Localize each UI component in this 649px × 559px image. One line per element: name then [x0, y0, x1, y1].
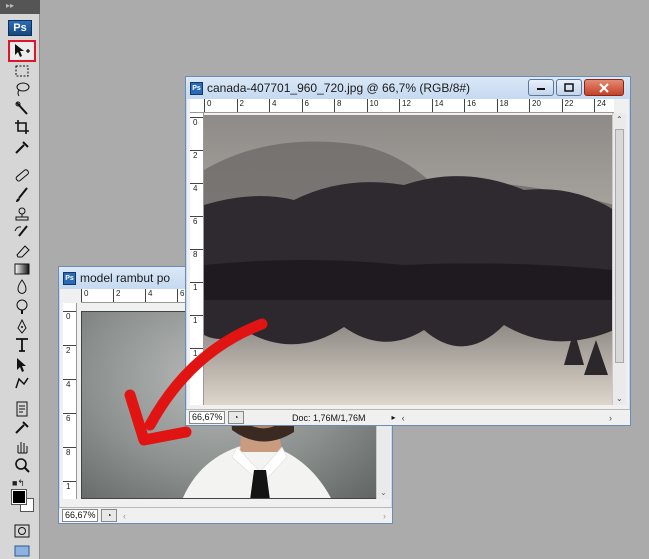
ruler-label: 2	[63, 345, 76, 356]
minimize-button[interactable]	[528, 79, 554, 96]
ruler-label: 24	[594, 99, 606, 112]
ruler-label: 4	[63, 379, 76, 390]
shape-icon[interactable]	[10, 374, 34, 392]
canada-image-canvas[interactable]	[204, 115, 614, 405]
ruler-label: 1	[190, 282, 203, 293]
status-info-icon[interactable]: ◔	[101, 509, 117, 522]
ruler-label: 1	[190, 315, 203, 326]
canada-zoom-field[interactable]: 66,67%	[189, 411, 225, 424]
default-colors-icon[interactable]: ■↰	[12, 478, 25, 489]
marquee-icon[interactable]	[10, 62, 34, 80]
ruler-label: 18	[496, 99, 508, 112]
scroll-up-icon[interactable]: ⌃	[616, 115, 623, 124]
panel-grip[interactable]: ▸▸	[0, 0, 40, 14]
eyedropper2-icon[interactable]	[10, 418, 34, 436]
maximize-button[interactable]	[556, 79, 582, 96]
ruler-label: 8	[190, 249, 203, 260]
canada-vertical-ruler[interactable]: 0 2 4 6 8 1 1 1	[190, 113, 204, 405]
pen-icon[interactable]	[10, 318, 34, 336]
hand-icon[interactable]	[10, 438, 34, 456]
ruler-label: 4	[145, 289, 152, 302]
ruler-label: 8	[63, 447, 76, 458]
canada-window-title: canada-407701_960_720.jpg @ 66,7% (RGB/8…	[207, 81, 471, 95]
ruler-label: 6	[177, 289, 184, 302]
screen-mode-icon[interactable]	[10, 542, 34, 559]
status-info-icon[interactable]: ◔	[228, 411, 244, 424]
spot-heal-icon[interactable]	[10, 166, 34, 184]
canada-document-window[interactable]: Ps canada-407701_960_720.jpg @ 66,7% (RG…	[185, 76, 631, 426]
ruler-label: 6	[63, 413, 76, 424]
ruler-label: 14	[431, 99, 443, 112]
notes-icon[interactable]	[10, 400, 34, 418]
ps-document-icon: Ps	[63, 271, 76, 285]
dodge-icon[interactable]	[10, 298, 34, 316]
ruler-label: 1	[190, 348, 203, 359]
ruler-label: 0	[204, 99, 211, 112]
ruler-label: 0	[63, 311, 76, 322]
ruler-label: 12	[399, 99, 411, 112]
ruler-label: 2	[236, 99, 244, 112]
ruler-label: 6	[301, 99, 309, 112]
canada-titlebar[interactable]: Ps canada-407701_960_720.jpg @ 66,7% (RG…	[186, 77, 630, 99]
quick-mask-icon[interactable]	[10, 522, 34, 540]
model-zoom-field[interactable]: 66,67%	[62, 509, 98, 522]
eyedropper-icon[interactable]	[10, 138, 34, 156]
lasso-icon[interactable]	[10, 80, 34, 98]
ps-document-icon: Ps	[190, 81, 203, 95]
scroll-left-icon[interactable]: ‹	[123, 511, 126, 521]
scroll-right-icon[interactable]: ›	[383, 511, 386, 521]
ruler-label: 2	[190, 150, 203, 161]
ruler-label: 0	[81, 289, 88, 302]
canada-vertical-scrollbar[interactable]: ⌃ ⌄	[612, 113, 626, 405]
photoshop-logo: Ps	[8, 20, 32, 36]
eraser-icon[interactable]	[10, 242, 34, 260]
model-statusbar: 66,67% ◔ ‹ ›	[59, 507, 392, 523]
move-tool-icon[interactable]	[8, 40, 36, 62]
clone-stamp-icon[interactable]	[10, 206, 34, 224]
path-select-icon[interactable]	[10, 356, 34, 374]
vertical-scroll-thumb[interactable]	[615, 129, 624, 363]
brush-icon[interactable]	[10, 186, 34, 204]
canada-horizontal-ruler[interactable]: 0 2 4 6 8 10 12 14 16 18 20 22 24	[190, 99, 614, 113]
ruler-label: 1	[63, 481, 76, 492]
ruler-label: 4	[269, 99, 276, 112]
ruler-label: 8	[334, 99, 341, 112]
status-menu-icon[interactable]: ▸	[392, 413, 396, 422]
ruler-label: 0	[190, 117, 203, 128]
scroll-down-icon[interactable]: ⌄	[616, 394, 623, 403]
crop-icon[interactable]	[10, 118, 34, 136]
canada-landscape-photo	[204, 115, 614, 405]
gradient-icon[interactable]	[10, 260, 34, 278]
foreground-color-swatch[interactable]	[11, 489, 27, 505]
model-window-title: model rambut po	[80, 271, 171, 285]
type-icon[interactable]	[10, 336, 34, 354]
history-brush-icon[interactable]	[10, 224, 34, 242]
canada-statusbar: 66,67% ◔ Doc: 1,76M/1,76M ▸ ‹ ›	[186, 409, 630, 425]
ruler-label: 20	[529, 99, 541, 112]
model-vertical-ruler[interactable]: 0 2 4 6 8 1	[63, 303, 77, 499]
blur-icon[interactable]	[10, 278, 34, 296]
ruler-label: 4	[190, 183, 203, 194]
ruler-label: 2	[113, 289, 120, 302]
doc-size-info: Doc: 1,76M/1,76M	[292, 412, 366, 423]
ruler-label: 22	[561, 99, 573, 112]
tools-panel: ▸▸ Ps ■↰	[0, 0, 40, 559]
scroll-right-icon[interactable]: ›	[609, 413, 612, 423]
close-button[interactable]	[584, 79, 624, 96]
ruler-label: 10	[366, 99, 378, 112]
scroll-down-icon[interactable]: ⌄	[380, 488, 387, 497]
zoom-icon[interactable]	[10, 456, 34, 474]
ruler-label: 6	[190, 216, 203, 227]
scroll-left-icon[interactable]: ‹	[402, 413, 405, 423]
quick-select-icon[interactable]	[10, 100, 34, 118]
ruler-label: 16	[464, 99, 476, 112]
